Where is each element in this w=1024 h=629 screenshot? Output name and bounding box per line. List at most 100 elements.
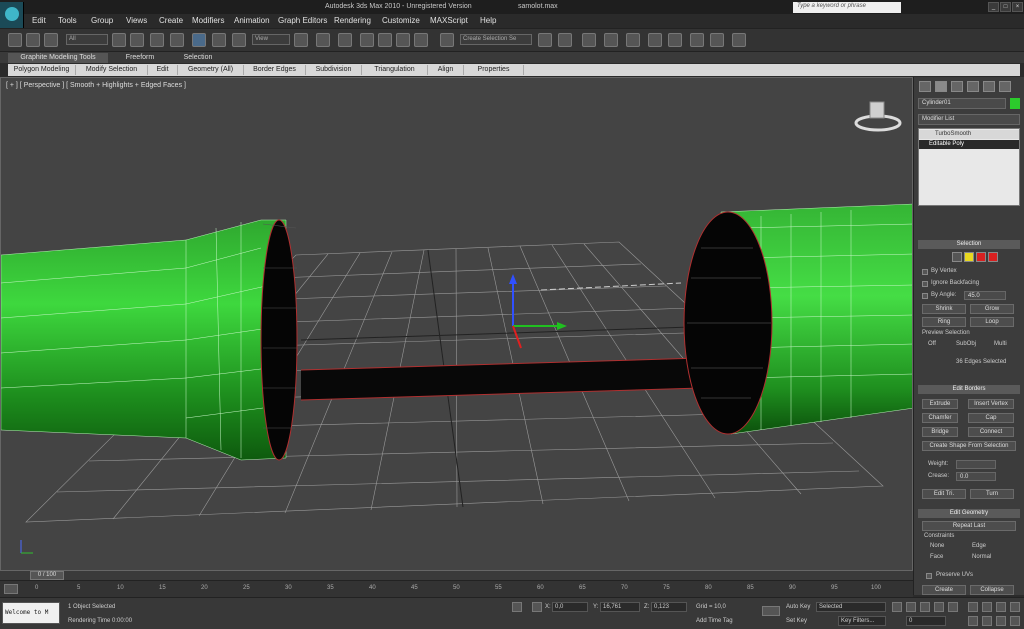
rotate-icon[interactable] (212, 33, 226, 47)
window-crossing-icon[interactable] (170, 33, 184, 47)
move-icon[interactable] (192, 33, 206, 47)
edge-mode-icon[interactable] (964, 252, 974, 262)
viewcube-icon[interactable] (854, 101, 902, 132)
right-cylinder[interactable] (683, 203, 913, 435)
field-of-view-icon[interactable] (968, 616, 978, 626)
zoom-extents-all-icon[interactable] (1010, 602, 1020, 612)
rectangular-selection-icon[interactable] (150, 33, 164, 47)
close-button[interactable]: × (1012, 2, 1023, 12)
menu-rendering[interactable]: Rendering (334, 16, 371, 25)
insert-vertex-button[interactable]: Insert Vertex (968, 399, 1014, 409)
z-coordinate-field[interactable]: 0,123 (651, 602, 687, 612)
minimize-button[interactable]: _ (988, 2, 999, 12)
hierarchy-tab-icon[interactable] (951, 81, 963, 92)
panel-polygon-modeling[interactable]: Polygon Modeling (8, 65, 76, 75)
mini-curve-editor-icon[interactable] (4, 584, 18, 594)
maxscript-listener[interactable]: Welcome to M (2, 602, 60, 624)
y-coordinate-field[interactable]: 16,761 (600, 602, 640, 612)
rollout-selection[interactable]: Selection (918, 240, 1020, 249)
ring-button[interactable]: Ring (922, 317, 966, 327)
layer-manager-icon[interactable] (582, 33, 596, 47)
rendered-frame-icon[interactable] (710, 33, 724, 47)
chamfer-button[interactable]: Chamfer (922, 413, 958, 423)
grow-button[interactable]: Grow (970, 304, 1014, 314)
preview-multi-radio[interactable]: Multi (994, 341, 1007, 347)
vertex-mode-icon[interactable] (952, 252, 962, 262)
panel-align[interactable]: Align (428, 65, 464, 75)
panel-modify-selection[interactable]: Modify Selection (76, 65, 148, 75)
utilities-tab-icon[interactable] (999, 81, 1011, 92)
time-slider-thumb[interactable]: 0 / 100 (30, 571, 64, 580)
transform-mode-icon[interactable] (532, 602, 542, 612)
constraint-none-radio[interactable]: None (930, 543, 944, 549)
unlink-icon[interactable] (26, 33, 40, 47)
snaps-toggle-icon[interactable] (360, 33, 374, 47)
element-mode-icon[interactable] (988, 252, 998, 262)
maximize-button[interactable]: □ (1000, 2, 1011, 12)
modifier-list-dropdown[interactable]: Modifier List (918, 114, 1020, 125)
loop-button[interactable]: Loop (970, 317, 1014, 327)
constraint-face-radio[interactable]: Face (930, 554, 943, 560)
percent-snap-icon[interactable] (396, 33, 410, 47)
bind-space-warp-icon[interactable] (44, 33, 58, 47)
go-to-end-icon[interactable] (948, 602, 958, 612)
current-frame-field[interactable]: 0 (906, 616, 946, 626)
perspective-viewport[interactable]: [ + ] [ Perspective ] [ Smooth + Highlig… (0, 77, 913, 571)
maximize-viewport-icon[interactable] (1010, 616, 1020, 626)
key-filters-button[interactable]: Key Filters... (838, 616, 886, 626)
key-icon[interactable] (762, 606, 780, 616)
time-slider[interactable]: 0 / 100 (0, 571, 913, 580)
zoom-icon[interactable] (968, 602, 978, 612)
curve-editor-icon[interactable] (626, 33, 640, 47)
menu-tools[interactable]: Tools (58, 16, 77, 25)
orbit-icon[interactable] (996, 616, 1006, 626)
align-icon[interactable] (558, 33, 572, 47)
scene-canvas[interactable] (1, 78, 913, 571)
named-selection-dropdown[interactable]: Create Selection Se (460, 34, 532, 45)
play-icon[interactable] (920, 602, 930, 612)
create-shape-button[interactable]: Create Shape From Selection (922, 441, 1016, 451)
edit-tri-button[interactable]: Edit Tri. (922, 489, 966, 499)
app-logo-icon[interactable] (0, 2, 24, 28)
stack-item-turbosmooth[interactable]: TurboSmooth (919, 130, 1019, 139)
panel-subdivision[interactable]: Subdivision (306, 65, 362, 75)
track-bar[interactable]: 0 5 10 15 20 25 30 35 40 45 50 55 60 65 … (0, 580, 913, 597)
graphite-toggle-icon[interactable] (604, 33, 618, 47)
modifier-stack[interactable]: TurboSmooth Editable Poly (918, 128, 1020, 206)
by-angle-spinner[interactable]: 45.0 (964, 291, 1006, 300)
menu-edit[interactable]: Edit (32, 16, 46, 25)
edit-named-selection-icon[interactable] (440, 33, 454, 47)
menu-customize[interactable]: Customize (382, 16, 420, 25)
pivot-center-icon[interactable] (294, 33, 308, 47)
menu-create[interactable]: Create (159, 16, 183, 25)
weight-spinner[interactable] (956, 460, 996, 469)
pan-icon[interactable] (982, 616, 992, 626)
key-mode-dropdown[interactable]: Selected (816, 602, 886, 612)
collapse-button[interactable]: Collapse (970, 585, 1014, 595)
extrude-button[interactable]: Extrude (922, 399, 958, 409)
mirror-icon[interactable] (538, 33, 552, 47)
menu-group[interactable]: Group (91, 16, 113, 25)
preview-subobj-radio[interactable]: SubObj (956, 341, 976, 347)
menu-maxscript[interactable]: MAXScript (430, 16, 468, 25)
zoom-all-icon[interactable] (982, 602, 992, 612)
select-object-icon[interactable] (112, 33, 126, 47)
crease-spinner[interactable]: 0.0 (956, 472, 996, 481)
preview-off-radio[interactable]: Off (928, 341, 936, 347)
search-input[interactable]: Type a keyword or phrase (793, 2, 901, 13)
menu-modifiers[interactable]: Modifiers (192, 16, 224, 25)
constraint-edge-radio[interactable]: Edge (972, 543, 986, 549)
spinner-snap-icon[interactable] (414, 33, 428, 47)
cap-button[interactable]: Cap (968, 413, 1014, 423)
keyboard-shortcut-icon[interactable] (338, 33, 352, 47)
tab-freeform[interactable]: Freeform (112, 53, 168, 63)
zoom-extents-icon[interactable] (996, 602, 1006, 612)
select-manipulate-icon[interactable] (316, 33, 330, 47)
create-tab-icon[interactable] (919, 81, 931, 92)
render-production-icon[interactable] (732, 33, 746, 47)
angle-snap-icon[interactable] (378, 33, 392, 47)
menu-help[interactable]: Help (480, 16, 496, 25)
next-frame-icon[interactable] (934, 602, 944, 612)
display-tab-icon[interactable] (983, 81, 995, 92)
lock-selection-icon[interactable] (512, 602, 522, 612)
